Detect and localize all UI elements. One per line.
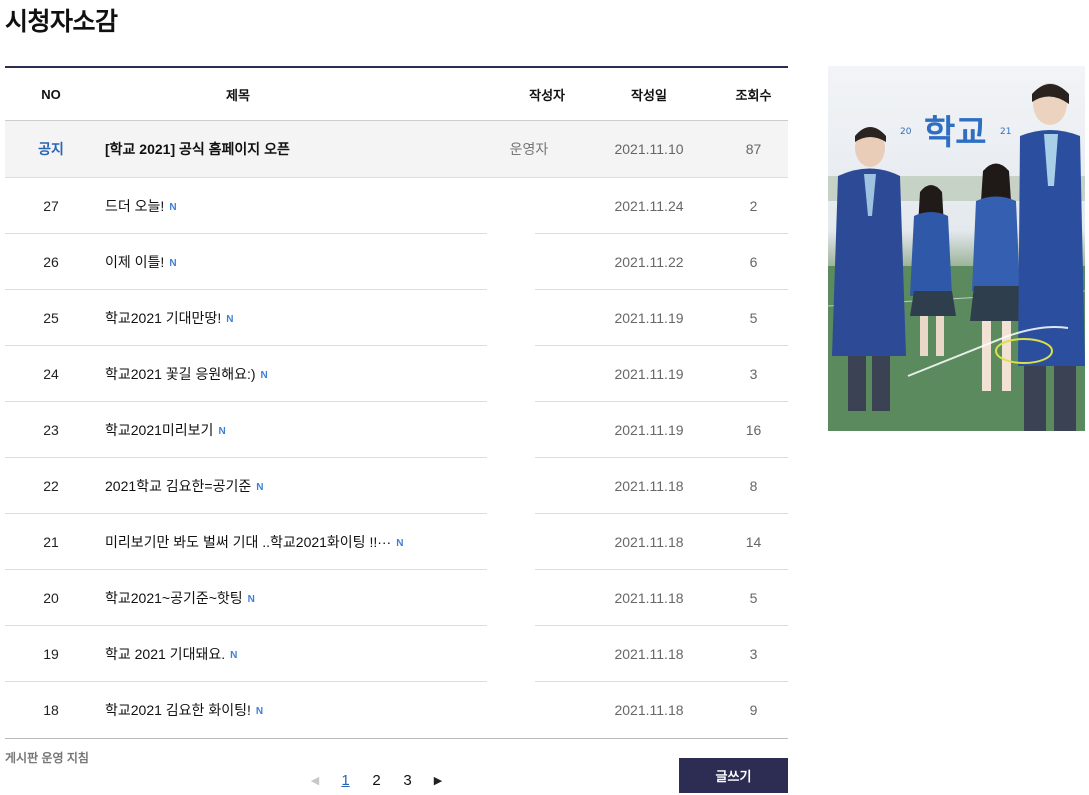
row-date: 2021.11.18 [614,478,684,494]
row-views: 8 [749,478,758,494]
pagination: ◀ 1 2 3 ▶ [300,767,453,793]
row-views: 6 [749,254,758,270]
row-title-text: 학교2021 김요한 화이팅! [105,702,251,718]
row-views: 14 [745,534,762,550]
row-views: 16 [745,422,762,438]
row-title-text: 2021학교 김요한=공기준 [105,478,252,494]
table-row[interactable]: 21 미리보기만 봐도 벌써 기대 ..학교2021화이팅 !!··· N 202… [5,514,788,570]
row-title-link[interactable]: 드더 오늘! N [97,196,479,216]
table-row[interactable]: 20 학교2021~공기준~핫팅 N 2021.11.18 5 [5,570,788,626]
page-link-2[interactable]: 2 [361,772,392,789]
row-date: 2021.11.22 [614,254,684,270]
row-no: 24 [43,366,59,382]
table-header: NO 제목 작성자 작성일 조회수 [5,68,788,121]
new-badge-icon: N [247,594,255,605]
row-date: 2021.11.18 [614,646,684,662]
row-views: 5 [749,590,758,606]
row-title-link[interactable]: 학교2021 꽃길 응원해요:) N [97,364,479,384]
chevron-right-icon[interactable]: ▶ [423,774,453,787]
row-no: 21 [43,534,59,550]
row-title-link[interactable]: 학교2021~공기준~핫팅 N [97,588,479,608]
header-title: 제목 [226,87,250,103]
notice-views: 87 [745,141,762,157]
drama-poster-image[interactable]: 학교 20 21 [828,66,1085,431]
table-row[interactable]: 23 학교2021미리보기 N 2021.11.19 16 [5,402,788,458]
table-row[interactable]: 27 드더 오늘! N 2021.11.24 2 [5,178,788,234]
row-title-link[interactable]: 학교2021 기대만땅! N [97,308,479,328]
row-no: 23 [43,422,59,438]
row-date: 2021.11.18 [614,534,684,550]
row-date: 2021.11.18 [614,590,684,606]
board-guide-link[interactable]: 게시판 운영 지침 [5,749,89,766]
new-badge-icon: N [255,706,264,717]
notice-writer: 운영자 [509,141,549,157]
row-title-text: 학교2021~공기준~핫팅 [105,590,243,606]
row-title-text: 학교2021 꽃길 응원해요:) [105,366,256,382]
header-views: 조회수 [735,87,772,103]
page-link-1[interactable]: 1 [330,772,361,789]
notice-label: 공지 [38,141,64,157]
row-no: 22 [43,478,59,494]
notice-date: 2021.11.10 [614,141,684,157]
row-date: 2021.11.19 [614,310,684,326]
new-badge-icon: N [226,314,234,325]
notice-title-link[interactable]: [학교 2021] 공식 홈페이지 오픈 [97,139,479,159]
row-date: 2021.11.18 [614,702,684,718]
new-badge-icon: N [169,258,177,269]
row-title-link[interactable]: 학교 2021 기대돼요. N [97,644,479,664]
new-badge-icon: N [260,370,268,381]
board-table: NO 제목 작성자 작성일 조회수 공지 [학교 2021] 공식 홈페이지 오… [5,66,788,739]
table-row[interactable]: 26 이제 이틀! N 2021.11.22 6 [5,234,788,290]
row-views: 3 [749,366,758,382]
header-date: 작성일 [631,87,667,103]
row-views: 2 [749,198,758,214]
page-link-3[interactable]: 3 [392,772,423,789]
row-no: 18 [43,702,59,718]
row-title-link[interactable]: 2021학교 김요한=공기준 N [97,476,479,496]
row-title-text: 학교2021 기대만땅! [105,310,222,326]
write-button[interactable]: 글쓰기 [679,758,788,793]
poster-logo-text: 학교 [924,113,987,153]
row-title-link[interactable]: 미리보기만 봐도 벌써 기대 ..학교2021화이팅 !!··· N [97,532,479,552]
row-no: 26 [43,254,59,270]
table-row[interactable]: 19 학교 2021 기대돼요. N 2021.11.18 3 [5,626,788,682]
row-views: 3 [749,646,758,662]
row-title-link[interactable]: 이제 이틀! N [97,252,479,272]
poster-illustration: 학교 20 21 [828,66,1085,431]
table-row[interactable]: 24 학교2021 꽃길 응원해요:) N 2021.11.19 3 [5,346,788,402]
row-date: 2021.11.19 [614,422,684,438]
header-writer: 작성자 [529,87,565,103]
chevron-left-icon[interactable]: ◀ [300,774,330,787]
header-no: NO [41,86,61,102]
new-badge-icon: N [218,426,226,437]
row-date: 2021.11.24 [614,198,684,214]
poster-year-left: 20 [900,127,912,137]
row-no: 27 [43,198,59,214]
row-title-text: 미리보기만 봐도 벌써 기대 ..학교2021화이팅 !!··· [105,534,392,550]
row-title-text: 이제 이틀! [105,254,165,270]
row-title-text: 드더 오늘! [105,198,165,214]
table-row[interactable]: 18 학교2021 김요한 화이팅! N 2021.11.18 9 [5,682,788,739]
row-title-text: 학교 2021 기대돼요. [105,646,226,662]
table-row[interactable]: 22 2021학교 김요한=공기준 N 2021.11.18 8 [5,458,788,514]
row-views: 5 [749,310,758,326]
row-no: 19 [43,646,59,662]
row-no: 25 [43,310,59,326]
row-no: 20 [43,590,59,606]
new-badge-icon: N [169,202,177,213]
page-title: 시청자소감 [5,7,118,36]
notice-row[interactable]: 공지 [학교 2021] 공식 홈페이지 오픈 운영자 2021.11.10 8… [5,121,788,178]
row-title-link[interactable]: 학교2021미리보기 N [97,420,479,440]
table-row[interactable]: 25 학교2021 기대만땅! N 2021.11.19 5 [5,290,788,346]
poster-year-right: 21 [1000,127,1011,137]
new-badge-icon: N [396,538,404,549]
row-views: 9 [749,702,758,718]
row-title-link[interactable]: 학교2021 김요한 화이팅! N [97,700,479,720]
row-date: 2021.11.19 [614,366,684,382]
new-badge-icon: N [256,482,264,493]
row-title-text: 학교2021미리보기 [105,422,214,438]
new-badge-icon: N [230,650,238,661]
